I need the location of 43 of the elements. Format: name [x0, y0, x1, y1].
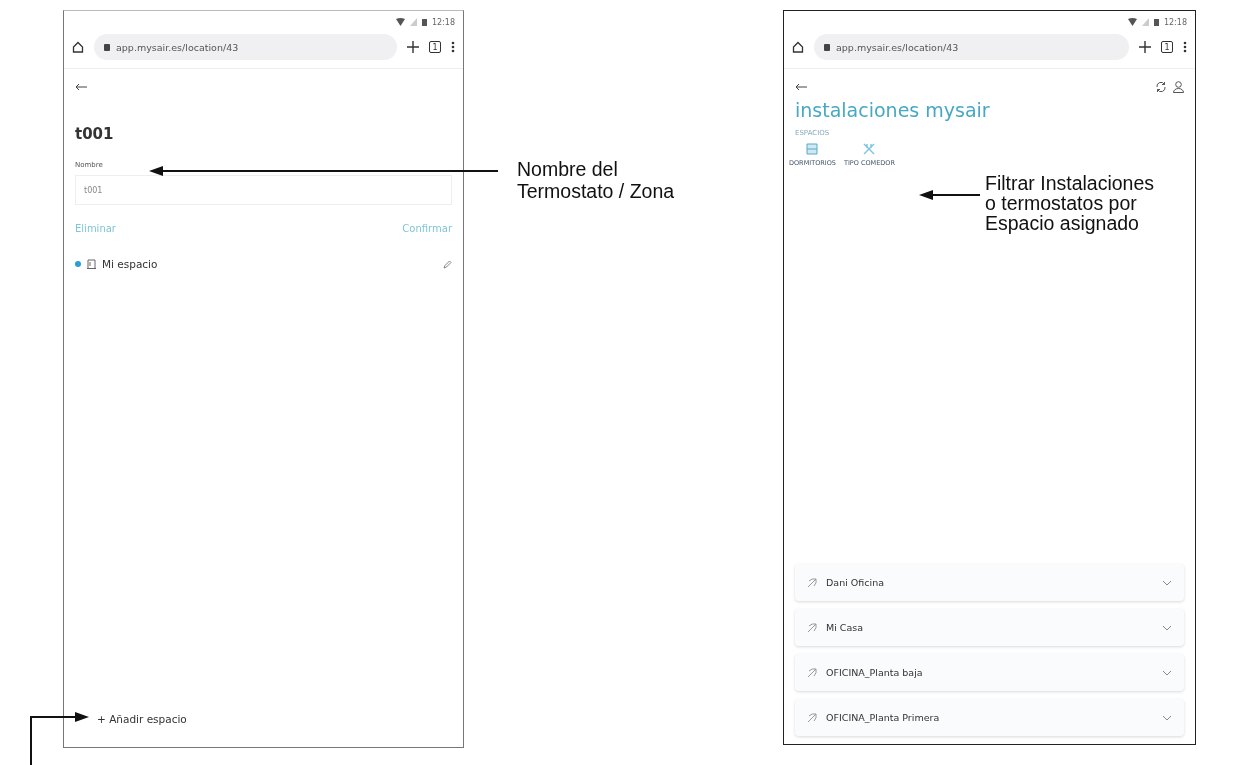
- chevron-icon[interactable]: [1162, 624, 1172, 631]
- home-icon[interactable]: [792, 41, 804, 53]
- battery-icon: [1153, 18, 1159, 26]
- tab-count-button[interactable]: 1: [429, 41, 441, 53]
- status-time: 12:18: [1163, 17, 1187, 27]
- annotation-arrow: [30, 712, 89, 765]
- installation-item[interactable]: Mi Casa: [795, 609, 1184, 646]
- refresh-icon[interactable]: [1155, 81, 1167, 93]
- installation-item[interactable]: OFICINA_Planta Primera: [795, 699, 1184, 736]
- cutlery-icon: [862, 143, 877, 155]
- status-time: 12:18: [431, 17, 455, 27]
- menu-icon[interactable]: [1183, 41, 1187, 53]
- annotation-text: Nombre del Termostato / Zona: [517, 158, 675, 202]
- address-bar[interactable]: app.mysair.es/location/43: [94, 34, 397, 60]
- home-icon[interactable]: [72, 41, 84, 53]
- menu-icon[interactable]: [451, 41, 455, 53]
- annotation-arrow: [919, 190, 981, 200]
- plus-icon[interactable]: [407, 41, 419, 53]
- signal-icon: [409, 18, 417, 26]
- space-name[interactable]: Mi espacio: [102, 258, 437, 270]
- signal-icon: [1141, 18, 1149, 26]
- user-icon[interactable]: [1173, 81, 1184, 93]
- chevron-icon[interactable]: [1162, 714, 1172, 721]
- pencil-icon[interactable]: [443, 259, 452, 269]
- annotation-text: Filtrar Instalaciones o termostatos por Espacio asignado: [985, 173, 1155, 233]
- bed-icon: [805, 143, 820, 155]
- chevron-icon[interactable]: [1162, 579, 1172, 586]
- wifi-icon: [1127, 18, 1137, 26]
- plus-icon[interactable]: [1139, 41, 1151, 53]
- page-title: instalaciones mysair: [795, 99, 991, 121]
- back-arrow-icon[interactable]: [795, 83, 807, 91]
- address-bar[interactable]: app.mysair.es/location/43: [814, 34, 1129, 60]
- chevron-icon[interactable]: [1162, 669, 1172, 676]
- add-space-button[interactable]: + Añadir espacio: [93, 711, 191, 727]
- back-arrow-icon[interactable]: [75, 83, 87, 91]
- wifi-icon: [395, 18, 405, 26]
- battery-icon: [421, 18, 427, 26]
- installation-item[interactable]: OFICINA_Planta baja: [795, 654, 1184, 691]
- name-input-field[interactable]: t001: [75, 175, 452, 205]
- installation-item[interactable]: Dani Oficina: [795, 564, 1184, 601]
- page-title: t001: [75, 125, 115, 143]
- door-icon: [87, 259, 96, 269]
- tab-count-button[interactable]: 1: [1161, 41, 1173, 53]
